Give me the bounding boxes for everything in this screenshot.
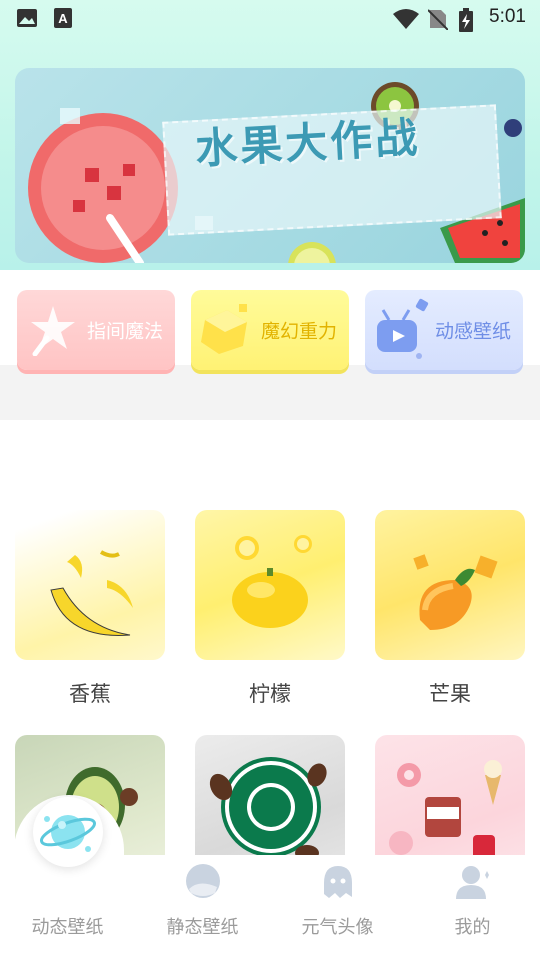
mango-image	[413, 554, 498, 630]
a-icon: A	[54, 8, 72, 28]
lemon-image	[232, 535, 312, 628]
wallpaper-banana[interactable]	[15, 510, 165, 660]
wallpaper-mango[interactable]	[375, 510, 525, 660]
svg-text:A: A	[58, 11, 68, 26]
status-bar: A 5:01	[0, 0, 540, 36]
banner-title: 水果大作战	[194, 112, 422, 174]
tab-static-wallpaper[interactable]: 静态壁纸	[135, 855, 270, 960]
user-icon	[455, 866, 489, 899]
no-sim-icon	[428, 9, 448, 30]
tab-avatar[interactable]: 元气头像	[270, 855, 405, 960]
planet-icon	[40, 815, 96, 852]
feature-motion-label: 动感壁纸	[434, 320, 511, 343]
wallpaper-lemon-label: 柠檬	[249, 682, 291, 706]
wallpaper-lemon[interactable]	[195, 510, 345, 660]
tab-profile-label: 我的	[454, 917, 491, 938]
magic-wand-icon	[31, 306, 75, 356]
feature-magic-button[interactable]: 指间魔法	[17, 290, 175, 370]
wallpaper-banana-label: 香蕉	[69, 682, 111, 706]
tab-avatar-label: 元气头像	[301, 917, 374, 938]
tab-static-wallpaper-label: 静态壁纸	[166, 917, 239, 938]
feature-magic-label: 指间魔法	[86, 320, 163, 343]
wifi-icon	[393, 9, 419, 29]
feature-gravity-button[interactable]: 魔幻重力	[191, 290, 349, 370]
active-tab-button[interactable]	[33, 797, 103, 867]
battery-charging-icon	[459, 8, 473, 32]
divider-band	[0, 365, 540, 420]
wallpaper-mango-label: 芒果	[429, 682, 471, 706]
tv-play-icon	[377, 298, 429, 359]
feature-gravity-label: 魔幻重力	[260, 320, 337, 343]
gravity-cube-icon	[201, 304, 247, 354]
feature-motion-button[interactable]: 动感壁纸	[365, 290, 523, 370]
tab-dynamic-wallpaper-label: 动态壁纸	[31, 917, 104, 938]
landscape-icon	[185, 864, 220, 898]
banana-image	[50, 550, 133, 636]
ghost-icon	[323, 866, 352, 898]
tab-profile[interactable]: 我的	[405, 855, 540, 960]
status-time: 5:01	[489, 6, 526, 27]
image-icon	[17, 9, 37, 27]
